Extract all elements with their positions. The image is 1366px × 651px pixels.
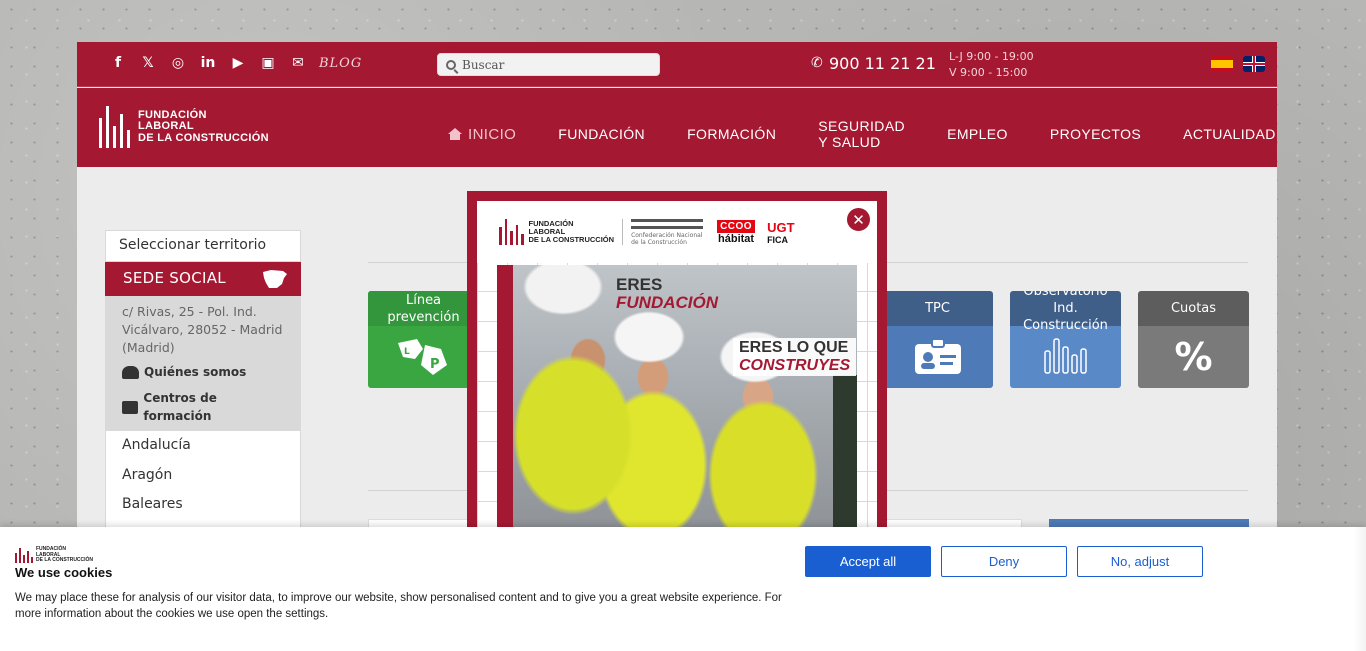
sede-social-label: SEDE SOCIAL: [123, 269, 226, 287]
blog-link[interactable]: BLOG: [319, 56, 362, 71]
cookie-banner-logo: FUNDACIÓN LABORAL DE LA CONSTRUCCIÓN: [15, 546, 93, 564]
slogan-eres-fundacion: ERES FUNDACIÓN: [616, 275, 718, 312]
accept-all-button[interactable]: Accept all: [805, 546, 931, 577]
tile-linea-label: Línea prevención: [368, 291, 478, 326]
site-logo[interactable]: FUNDACIÓN LABORAL DE LA CONSTRUCCIÓN: [99, 106, 269, 148]
deny-button[interactable]: Deny: [941, 546, 1067, 577]
tile-linea-prevencion[interactable]: Línea prevención L P: [368, 291, 478, 388]
instagram-icon[interactable]: ◎: [163, 55, 193, 71]
hours-friday: V 9:00 - 15:00: [949, 66, 1028, 79]
nav-proyectos[interactable]: PROYECTOS: [1029, 118, 1162, 150]
social-links: f 𝕏 ◎ in ▶ ▣ ✉ BLOG: [103, 55, 362, 71]
nav-formacion[interactable]: FORMACIÓN: [666, 118, 797, 150]
promo-modal-content: FUNDACIÓN LABORAL DE LA CONSTRUCCIÓN Con…: [477, 201, 877, 531]
cookie-text: We may place these for analysis of our v…: [15, 592, 782, 620]
region-baleares[interactable]: Baleares: [106, 490, 300, 520]
facebook-icon[interactable]: f: [103, 55, 133, 71]
centros-formacion-link[interactable]: Centros de formación: [122, 389, 284, 425]
linkedin-icon[interactable]: in: [193, 55, 223, 71]
region-andalucia[interactable]: Andalucía: [106, 431, 300, 461]
nav-inicio[interactable]: INICIO: [427, 118, 537, 150]
close-icon: ✕: [852, 210, 865, 229]
slogan-eres-lo-que-construyes: ERES LO QUE CONSTRUYES: [733, 338, 857, 376]
logo-bars-icon: [15, 547, 33, 563]
main-navbar: FUNDACIÓN LABORAL DE LA CONSTRUCCIÓN INI…: [77, 88, 1277, 167]
spain-map-icon: [263, 270, 287, 288]
search-input[interactable]: [462, 57, 642, 72]
tile-observatorio-label: Observatorio Ind. Construcción: [1010, 291, 1121, 333]
spanish-flag-icon[interactable]: [1211, 56, 1233, 72]
cookie-title: We use cookies: [15, 565, 113, 580]
tile-tpc[interactable]: TPC: [882, 291, 993, 388]
tile-tpc-label: TPC: [882, 291, 993, 326]
cookie-banner: FUNDACIÓN LABORAL DE LA CONSTRUCCIÓN We …: [0, 527, 1366, 651]
home-icon: [448, 128, 462, 140]
language-switcher: [1211, 56, 1265, 72]
logo-text: FUNDACIÓN LABORAL DE LA CONSTRUCCIÓN: [138, 108, 269, 144]
sede-social-header[interactable]: SEDE SOCIAL: [105, 262, 301, 296]
lp-icon: L P: [398, 339, 447, 375]
bar-chart-icon: [1043, 338, 1087, 374]
logo-bars-icon: [99, 106, 130, 148]
search-icon[interactable]: [446, 59, 456, 70]
tile-cuotas[interactable]: Cuotas %: [1138, 291, 1249, 388]
main-menu: INICIO FUNDACIÓN FORMACIÓN SEGURIDAD Y S…: [427, 118, 1297, 150]
svg-text:P: P: [430, 357, 440, 372]
ugt-fica-logo: UGT FICA: [767, 219, 795, 245]
fundacion-logo: FUNDACIÓN LABORAL DE LA CONSTRUCCIÓN: [499, 219, 614, 245]
nav-empleo[interactable]: EMPLEO: [926, 118, 1029, 150]
partner-logos: FUNDACIÓN LABORAL DE LA CONSTRUCCIÓN Con…: [477, 201, 877, 263]
building-icon: [122, 400, 139, 414]
svg-text:L: L: [404, 347, 410, 357]
promo-modal: FUNDACIÓN LABORAL DE LA CONSTRUCCIÓN Con…: [467, 191, 887, 531]
territory-sidebar: Seleccionar territorio SEDE SOCIAL c/ Ri…: [105, 230, 301, 549]
people-icon: [122, 365, 139, 379]
nav-actualidad[interactable]: ACTUALIDAD: [1162, 118, 1297, 150]
phone-number: 900 11 21 21: [829, 54, 936, 73]
ccoo-habitat-logo: CCOO hábitat: [717, 219, 756, 245]
x-icon[interactable]: 𝕏: [133, 55, 163, 71]
id-card-icon: [914, 338, 961, 374]
modal-close-button[interactable]: ✕: [845, 206, 872, 233]
youtube-icon[interactable]: ▶: [223, 55, 253, 71]
region-aragon[interactable]: Aragón: [106, 461, 300, 491]
nav-seguridad-y-salud[interactable]: SEGURIDAD Y SALUD: [797, 118, 926, 150]
logo-bars-icon: [499, 219, 524, 245]
phone-icon: ✆: [811, 55, 823, 71]
photo-frame: [497, 265, 513, 531]
quienes-somos-link[interactable]: Quiénes somos: [122, 363, 284, 381]
percent-icon: %: [1174, 335, 1213, 379]
flickr-icon[interactable]: ▣: [253, 55, 283, 71]
sede-address-panel: c/ Rivas, 25 - Pol. Ind. Vicálvaro, 2805…: [105, 296, 301, 431]
top-bar: f 𝕏 ◎ in ▶ ▣ ✉ BLOG ✆ 900 11 21 21 L-J 9…: [77, 42, 1277, 87]
tile-observatorio[interactable]: Observatorio Ind. Construcción: [1010, 291, 1121, 388]
mail-icon[interactable]: ✉: [283, 55, 313, 71]
cnc-logo: Confederación Nacional de la Construcció…: [631, 218, 704, 246]
hours-weekday: L-J 9:00 - 19:00: [949, 50, 1034, 63]
sede-address: c/ Rivas, 25 - Pol. Ind. Vicálvaro, 2805…: [122, 304, 283, 355]
territory-select[interactable]: Seleccionar territorio: [105, 230, 301, 262]
nav-fundacion[interactable]: FUNDACIÓN: [537, 118, 666, 150]
tile-cuotas-label: Cuotas: [1138, 291, 1249, 326]
adjust-button[interactable]: No, adjust: [1077, 546, 1203, 577]
phone-contact[interactable]: ✆ 900 11 21 21: [811, 54, 936, 73]
opening-hours: L-J 9:00 - 19:00 V 9:00 - 15:00: [949, 49, 1034, 81]
search-box: [437, 53, 660, 76]
english-flag-icon[interactable]: [1243, 56, 1265, 72]
